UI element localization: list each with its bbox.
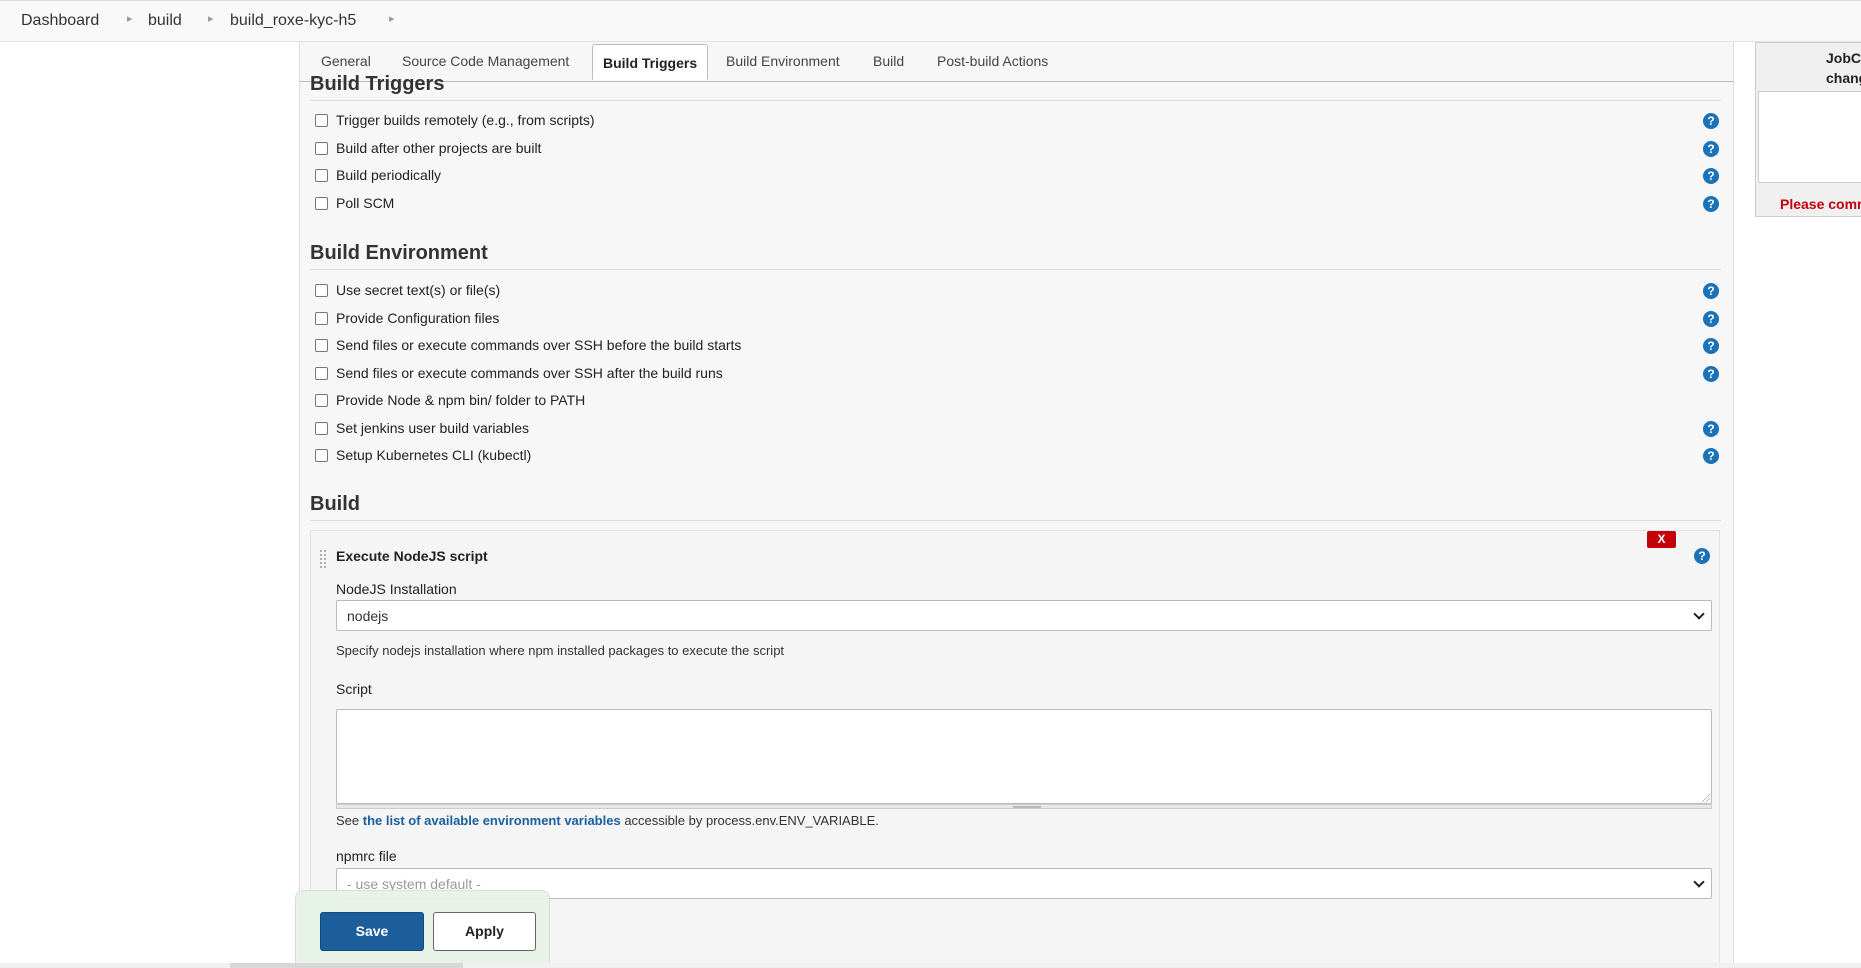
env-node-path-checkbox[interactable] [315, 394, 328, 407]
npmrc-label: npmrc file [336, 848, 397, 864]
apply-button[interactable]: Apply [433, 912, 536, 951]
section-title-build-environment: Build Environment [310, 242, 1721, 270]
section-title-build-triggers: Build Triggers [310, 73, 1721, 101]
env-user-vars-checkbox[interactable] [315, 422, 328, 435]
env-ssh-before-label[interactable]: Send files or execute commands over SSH … [336, 337, 741, 353]
env-config-files-checkbox[interactable] [315, 312, 328, 325]
side-widget-textarea[interactable] [1758, 91, 1861, 183]
env-vars-link[interactable]: the list of available environment variab… [363, 813, 621, 828]
env-vars-prefix: See [336, 813, 360, 828]
help-icon[interactable]: ? [1703, 338, 1719, 354]
nodejs-installation-value: nodejs [347, 608, 389, 624]
help-icon[interactable]: ? [1703, 448, 1719, 464]
side-widget-error: Please comr [1780, 196, 1861, 212]
trigger-after-projects-checkbox[interactable] [315, 142, 328, 155]
delete-step-button[interactable]: X [1647, 531, 1676, 548]
breadcrumb-build[interactable]: build [148, 12, 182, 30]
help-icon[interactable]: ? [1703, 168, 1719, 184]
help-icon[interactable]: ? [1703, 421, 1719, 437]
horizontal-scrollbar[interactable] [0, 963, 1861, 968]
script-label: Script [336, 681, 372, 697]
help-icon[interactable]: ? [1703, 283, 1719, 299]
env-vars-suffix: accessible by process.env.ENV_VARIABLE. [624, 813, 879, 828]
help-icon[interactable]: ? [1694, 548, 1710, 564]
env-ssh-after-label[interactable]: Send files or execute commands over SSH … [336, 365, 723, 381]
trigger-remote-row: Trigger builds remotely (e.g., from scri… [315, 112, 1725, 132]
nodejs-installation-description: Specify nodejs installation where npm in… [336, 643, 785, 658]
env-ssh-before-checkbox[interactable] [315, 339, 328, 352]
scrollbar-thumb[interactable] [230, 963, 463, 968]
tab-general[interactable]: General [321, 53, 371, 69]
env-node-path-label[interactable]: Provide Node & npm bin/ folder to PATH [336, 392, 585, 408]
breadcrumb-separator[interactable]: ▸ [127, 12, 133, 25]
breadcrumb: Dashboard ▸ build ▸ build_roxe-kyc-h5 ▸ [0, 0, 1861, 42]
env-user-vars-label[interactable]: Set jenkins user build variables [336, 420, 529, 436]
drag-handle-icon[interactable] [319, 549, 327, 569]
env-secret-checkbox[interactable] [315, 284, 328, 297]
trigger-remote-checkbox[interactable] [315, 114, 328, 127]
env-ssh-after-checkbox[interactable] [315, 367, 328, 380]
env-user-vars-row: Set jenkins user build variables [315, 420, 1725, 440]
env-node-path-row: Provide Node & npm bin/ folder to PATH [315, 392, 1725, 412]
side-widget: JobC chang Please comr [1755, 42, 1861, 217]
side-widget-title-line2: chang [1826, 70, 1861, 86]
trigger-periodically-checkbox[interactable] [315, 169, 328, 182]
chevron-down-icon [1693, 608, 1705, 620]
tab-post-build-actions[interactable]: Post-build Actions [937, 53, 1048, 69]
tab-build[interactable]: Build [873, 53, 904, 69]
env-kubectl-label[interactable]: Setup Kubernetes CLI (kubectl) [336, 447, 531, 463]
env-config-files-label[interactable]: Provide Configuration files [336, 310, 499, 326]
resize-handle-icon[interactable] [1702, 794, 1710, 802]
step-title: Execute NodeJS script [336, 548, 488, 564]
help-icon[interactable]: ? [1703, 113, 1719, 129]
config-panel: General Source Code Management Build Tri… [299, 42, 1734, 968]
tab-source-code-management[interactable]: Source Code Management [402, 53, 569, 69]
help-icon[interactable]: ? [1703, 141, 1719, 157]
trigger-periodically-label[interactable]: Build periodically [336, 167, 441, 183]
save-button[interactable]: Save [320, 912, 424, 951]
grip-icon [1013, 806, 1041, 808]
breadcrumb-separator[interactable]: ▸ [389, 12, 395, 25]
trigger-poll-scm-checkbox[interactable] [315, 197, 328, 210]
chevron-down-icon [1693, 876, 1705, 888]
env-vars-help: See the list of available environment va… [336, 813, 879, 828]
side-widget-title-line1: JobC [1826, 50, 1861, 66]
env-ssh-after-row: Send files or execute commands over SSH … [315, 365, 1725, 385]
env-ssh-before-row: Send files or execute commands over SSH … [315, 337, 1725, 357]
side-widget-title: JobC chang [1826, 48, 1861, 88]
env-kubectl-checkbox[interactable] [315, 449, 328, 462]
trigger-remote-label[interactable]: Trigger builds remotely (e.g., from scri… [336, 112, 595, 128]
tab-build-environment[interactable]: Build Environment [726, 53, 840, 69]
nodejs-installation-select[interactable]: nodejs [336, 600, 1712, 631]
breadcrumb-job[interactable]: build_roxe-kyc-h5 [230, 12, 356, 30]
trigger-periodically-row: Build periodically [315, 167, 1725, 187]
trigger-poll-scm-label[interactable]: Poll SCM [336, 195, 394, 211]
script-textarea[interactable] [336, 709, 1712, 804]
trigger-poll-scm-row: Poll SCM [315, 195, 1725, 215]
env-secret-row: Use secret text(s) or file(s) [315, 282, 1725, 302]
breadcrumb-dashboard[interactable]: Dashboard [21, 12, 99, 30]
section-title-build: Build [310, 493, 1721, 521]
textarea-resize-bar[interactable] [336, 804, 1712, 809]
trigger-after-projects-label[interactable]: Build after other projects are built [336, 140, 541, 156]
breadcrumb-separator[interactable]: ▸ [208, 12, 214, 25]
help-icon[interactable]: ? [1703, 366, 1719, 382]
env-secret-label[interactable]: Use secret text(s) or file(s) [336, 282, 500, 298]
help-icon[interactable]: ? [1703, 196, 1719, 212]
env-kubectl-row: Setup Kubernetes CLI (kubectl) [315, 447, 1725, 467]
help-icon[interactable]: ? [1703, 311, 1719, 327]
trigger-after-projects-row: Build after other projects are built [315, 140, 1725, 160]
env-config-files-row: Provide Configuration files [315, 310, 1725, 330]
nodejs-installation-label: NodeJS Installation [336, 581, 457, 597]
